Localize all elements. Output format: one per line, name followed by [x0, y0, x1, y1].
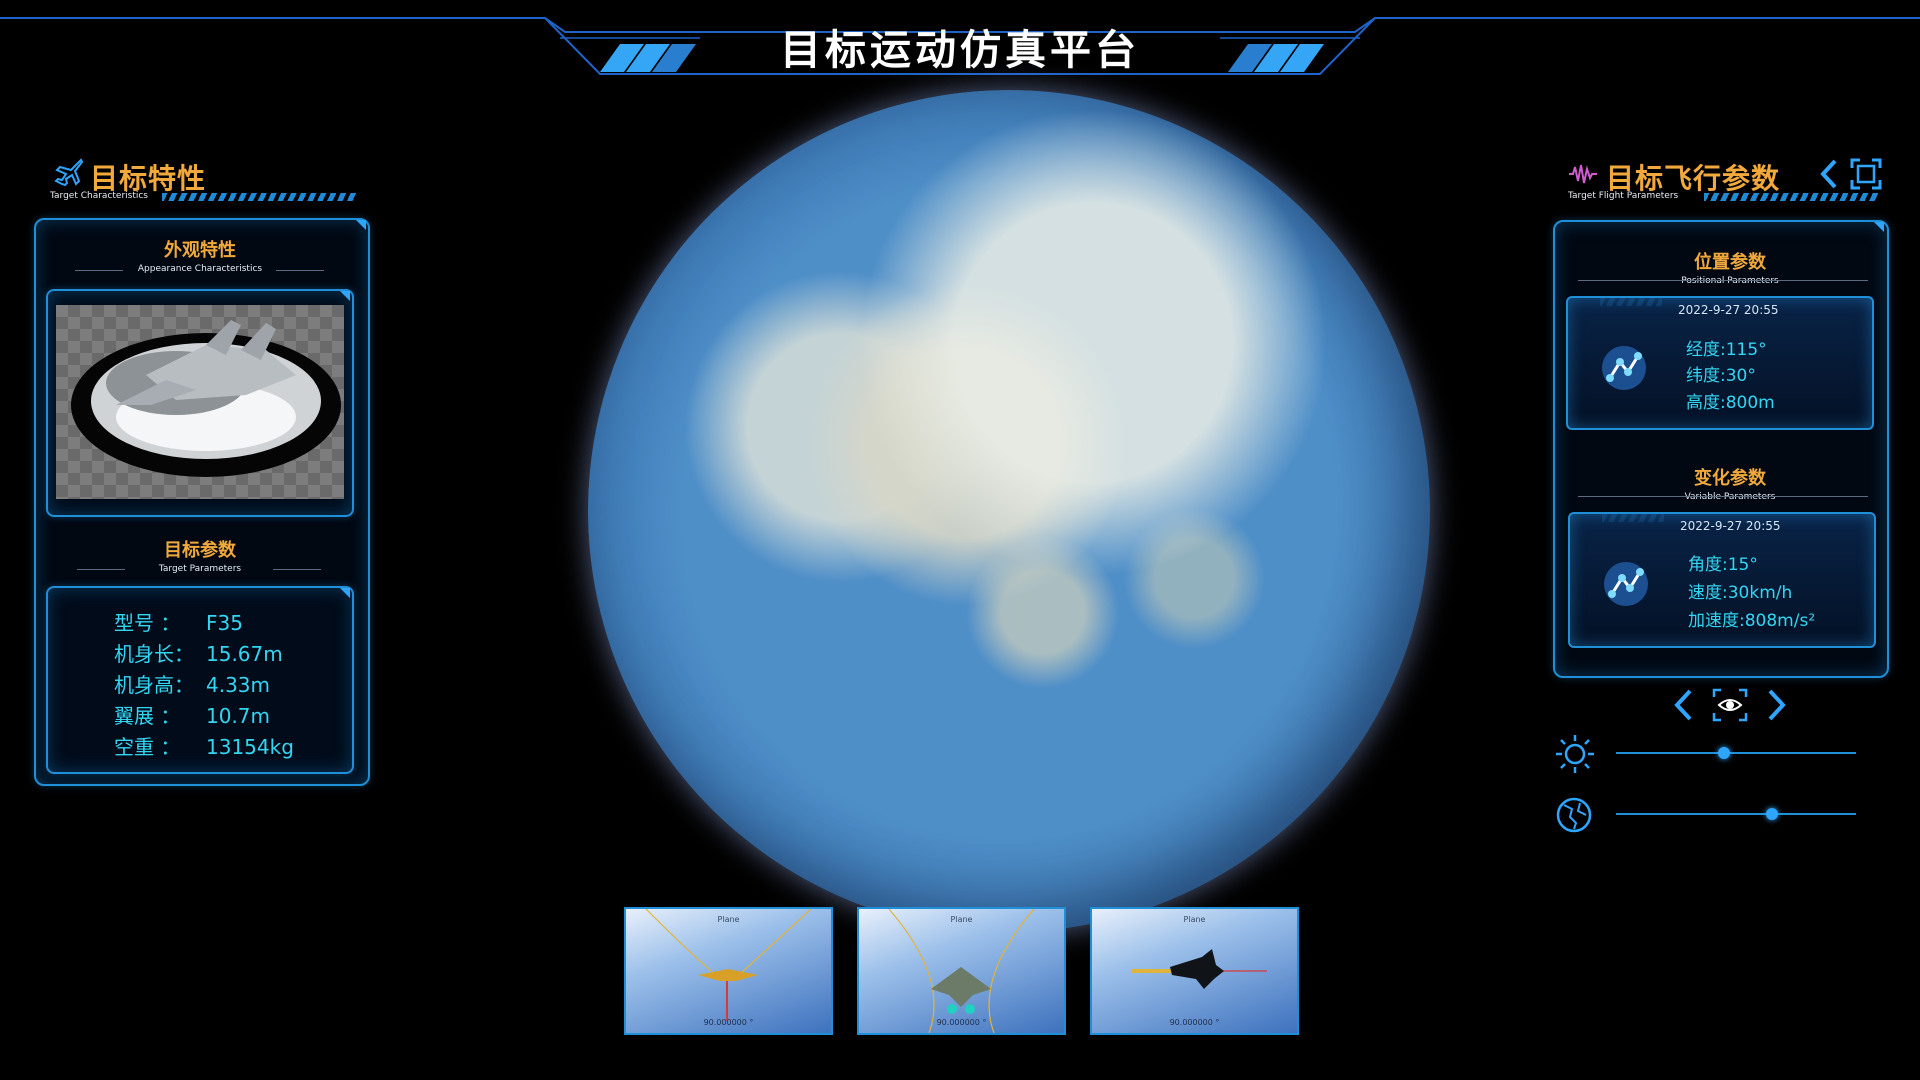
fullscreen-icon[interactable]	[1850, 158, 1882, 190]
param-key: 翼展 ：	[114, 704, 181, 728]
aircraft-model-image	[71, 320, 341, 477]
param-row-wingspan: 翼展 ： 10.7m	[114, 700, 270, 729]
positional-subtitle: Positional Parameters	[1681, 276, 1779, 286]
chart-node-icon	[1602, 346, 1646, 390]
divider	[77, 569, 125, 570]
param-value: F35	[206, 611, 243, 635]
param-row-weight: 空重 ： 13154kg	[114, 731, 294, 760]
corner-mark	[1874, 222, 1884, 232]
camera-thumbnail-1[interactable]: Plane 90.000000 °	[624, 907, 833, 1035]
thumbnail-value: 90.000000 °	[936, 1018, 987, 1027]
heading-stripes	[1704, 193, 1878, 201]
left-panel-subtitle: Target Characteristics	[50, 191, 148, 201]
divider	[1578, 280, 1868, 281]
corner-mark	[340, 291, 350, 301]
thumbnail-value: 90.000000 °	[703, 1018, 754, 1027]
param-row-height: 机身高： 4.33m	[114, 669, 270, 698]
divider	[273, 569, 321, 570]
param-value: 13154kg	[206, 735, 294, 759]
aircraft-model-preview[interactable]	[56, 305, 344, 499]
variable-title: 变化参数	[1694, 468, 1766, 489]
longitude-text: 经度:115°	[1686, 340, 1767, 360]
divider	[75, 270, 123, 271]
variable-date: 2022-9-27 20:55	[1680, 519, 1781, 533]
prev-icon[interactable]	[1672, 688, 1696, 722]
plane-icon	[54, 158, 84, 187]
chart-node-icon	[1604, 562, 1648, 606]
plane-view-image	[888, 909, 1035, 1033]
positional-title: 位置参数	[1694, 252, 1766, 273]
param-key: 型号 ：	[114, 611, 181, 635]
appearance-heading: 外观特性 Appearance Characteristics	[70, 236, 330, 274]
acceleration-text: 加速度:808m/s²	[1688, 611, 1816, 631]
brightness-slider-handle[interactable]	[1718, 747, 1730, 759]
app-title: 目标运动仿真平台	[780, 26, 1140, 74]
corner-mark	[356, 220, 366, 230]
altitude-text: 高度:800m	[1686, 393, 1775, 413]
heading-stripes	[162, 193, 356, 201]
appearance-title: 外观特性	[164, 240, 236, 261]
positional-date: 2022-9-27 20:55	[1678, 303, 1779, 317]
thumbnail-value: 90.000000 °	[1169, 1018, 1220, 1027]
plane-view-image	[1132, 949, 1267, 989]
brightness-slider[interactable]	[1616, 752, 1856, 754]
right-panel-subtitle: Target Flight Parameters	[1568, 191, 1679, 201]
param-row-length: 机身长： 15.67m	[114, 638, 283, 667]
camera-thumbnail-2[interactable]: Plane 90.000000 °	[857, 907, 1066, 1035]
back-chevron-icon[interactable]	[1818, 158, 1840, 190]
globe-slider[interactable]	[1616, 813, 1856, 815]
globe-icon	[1556, 797, 1592, 833]
earth-globe-view[interactable]	[588, 90, 1430, 932]
appearance-subtitle: Appearance Characteristics	[137, 264, 263, 274]
corner-mark	[340, 588, 350, 598]
param-value: 15.67m	[206, 642, 283, 666]
eye-icon[interactable]	[1712, 688, 1748, 722]
sun-icon	[1556, 735, 1594, 773]
param-key: 机身高：	[114, 673, 194, 697]
param-key: 机身长：	[114, 642, 194, 666]
plane-view-image	[645, 909, 812, 1021]
camera-thumbnail-3[interactable]: Plane 90.000000 °	[1090, 907, 1299, 1035]
next-icon[interactable]	[1764, 688, 1788, 722]
speed-text: 速度:30km/h	[1688, 583, 1793, 603]
divider	[1578, 496, 1868, 497]
param-key: 空重 ：	[114, 735, 181, 759]
divider	[276, 270, 324, 271]
angle-text: 角度:15°	[1688, 555, 1758, 575]
globe-slider-handle[interactable]	[1766, 808, 1778, 820]
variable-subtitle: Variable Parameters	[1684, 492, 1776, 502]
param-value: 10.7m	[206, 704, 271, 728]
waveform-icon	[1569, 164, 1597, 184]
param-value: 4.33m	[206, 673, 271, 697]
target-params-title: 目标参数	[164, 540, 236, 561]
param-row-model: 型号 ： F35	[114, 607, 243, 636]
header-bar: 目标运动仿真平台	[0, 0, 1920, 90]
left-panel-heading: 目标特性 Target Characteristics	[50, 157, 360, 205]
latitude-text: 纬度:30°	[1686, 366, 1756, 386]
